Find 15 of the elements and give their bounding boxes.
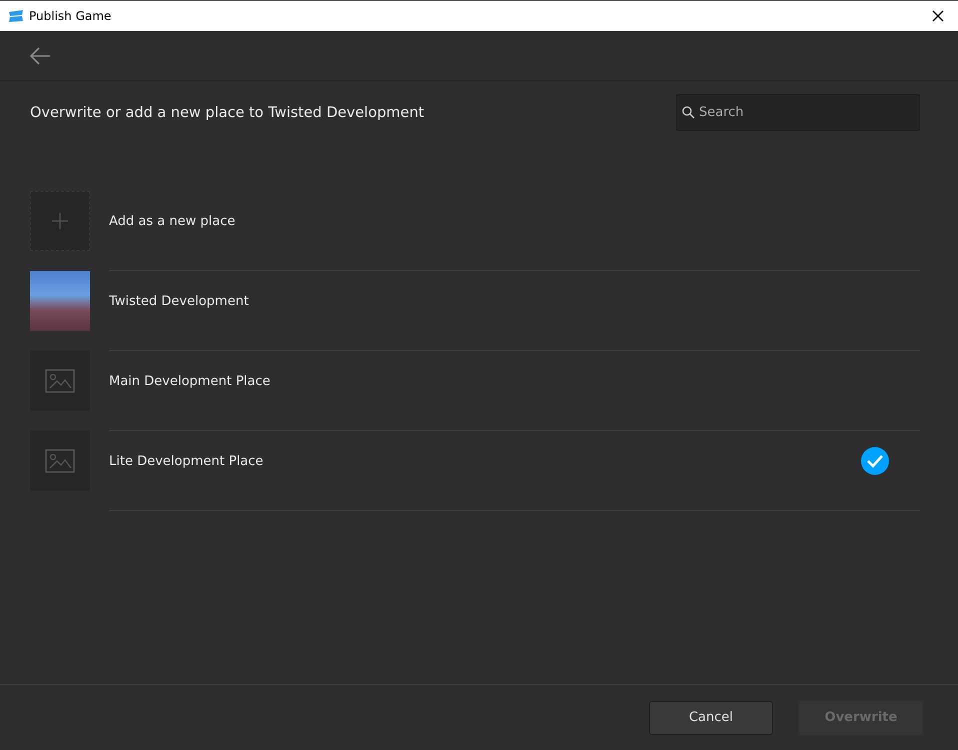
- place-name: Main Development Place: [109, 374, 270, 388]
- image-placeholder-icon: [30, 351, 90, 411]
- place-name: Add as a new place: [109, 214, 236, 228]
- close-icon: [932, 10, 944, 22]
- search-field[interactable]: Search: [676, 94, 920, 131]
- dialog-button[interactable]: Cancel: [649, 700, 773, 734]
- window-title: Publish Game: [29, 9, 112, 23]
- back-arrow-icon[interactable]: [29, 46, 51, 64]
- plus-icon: [52, 213, 68, 229]
- photo-placeholder: [30, 271, 90, 331]
- place-name: Lite Development Place: [109, 454, 264, 468]
- page-heading: Overwrite or add a new place to Twisted Development: [30, 104, 424, 120]
- image-placeholder-icon: [30, 431, 90, 491]
- app-logo-icon: [8, 9, 24, 23]
- place-name: Twisted Development: [109, 294, 249, 308]
